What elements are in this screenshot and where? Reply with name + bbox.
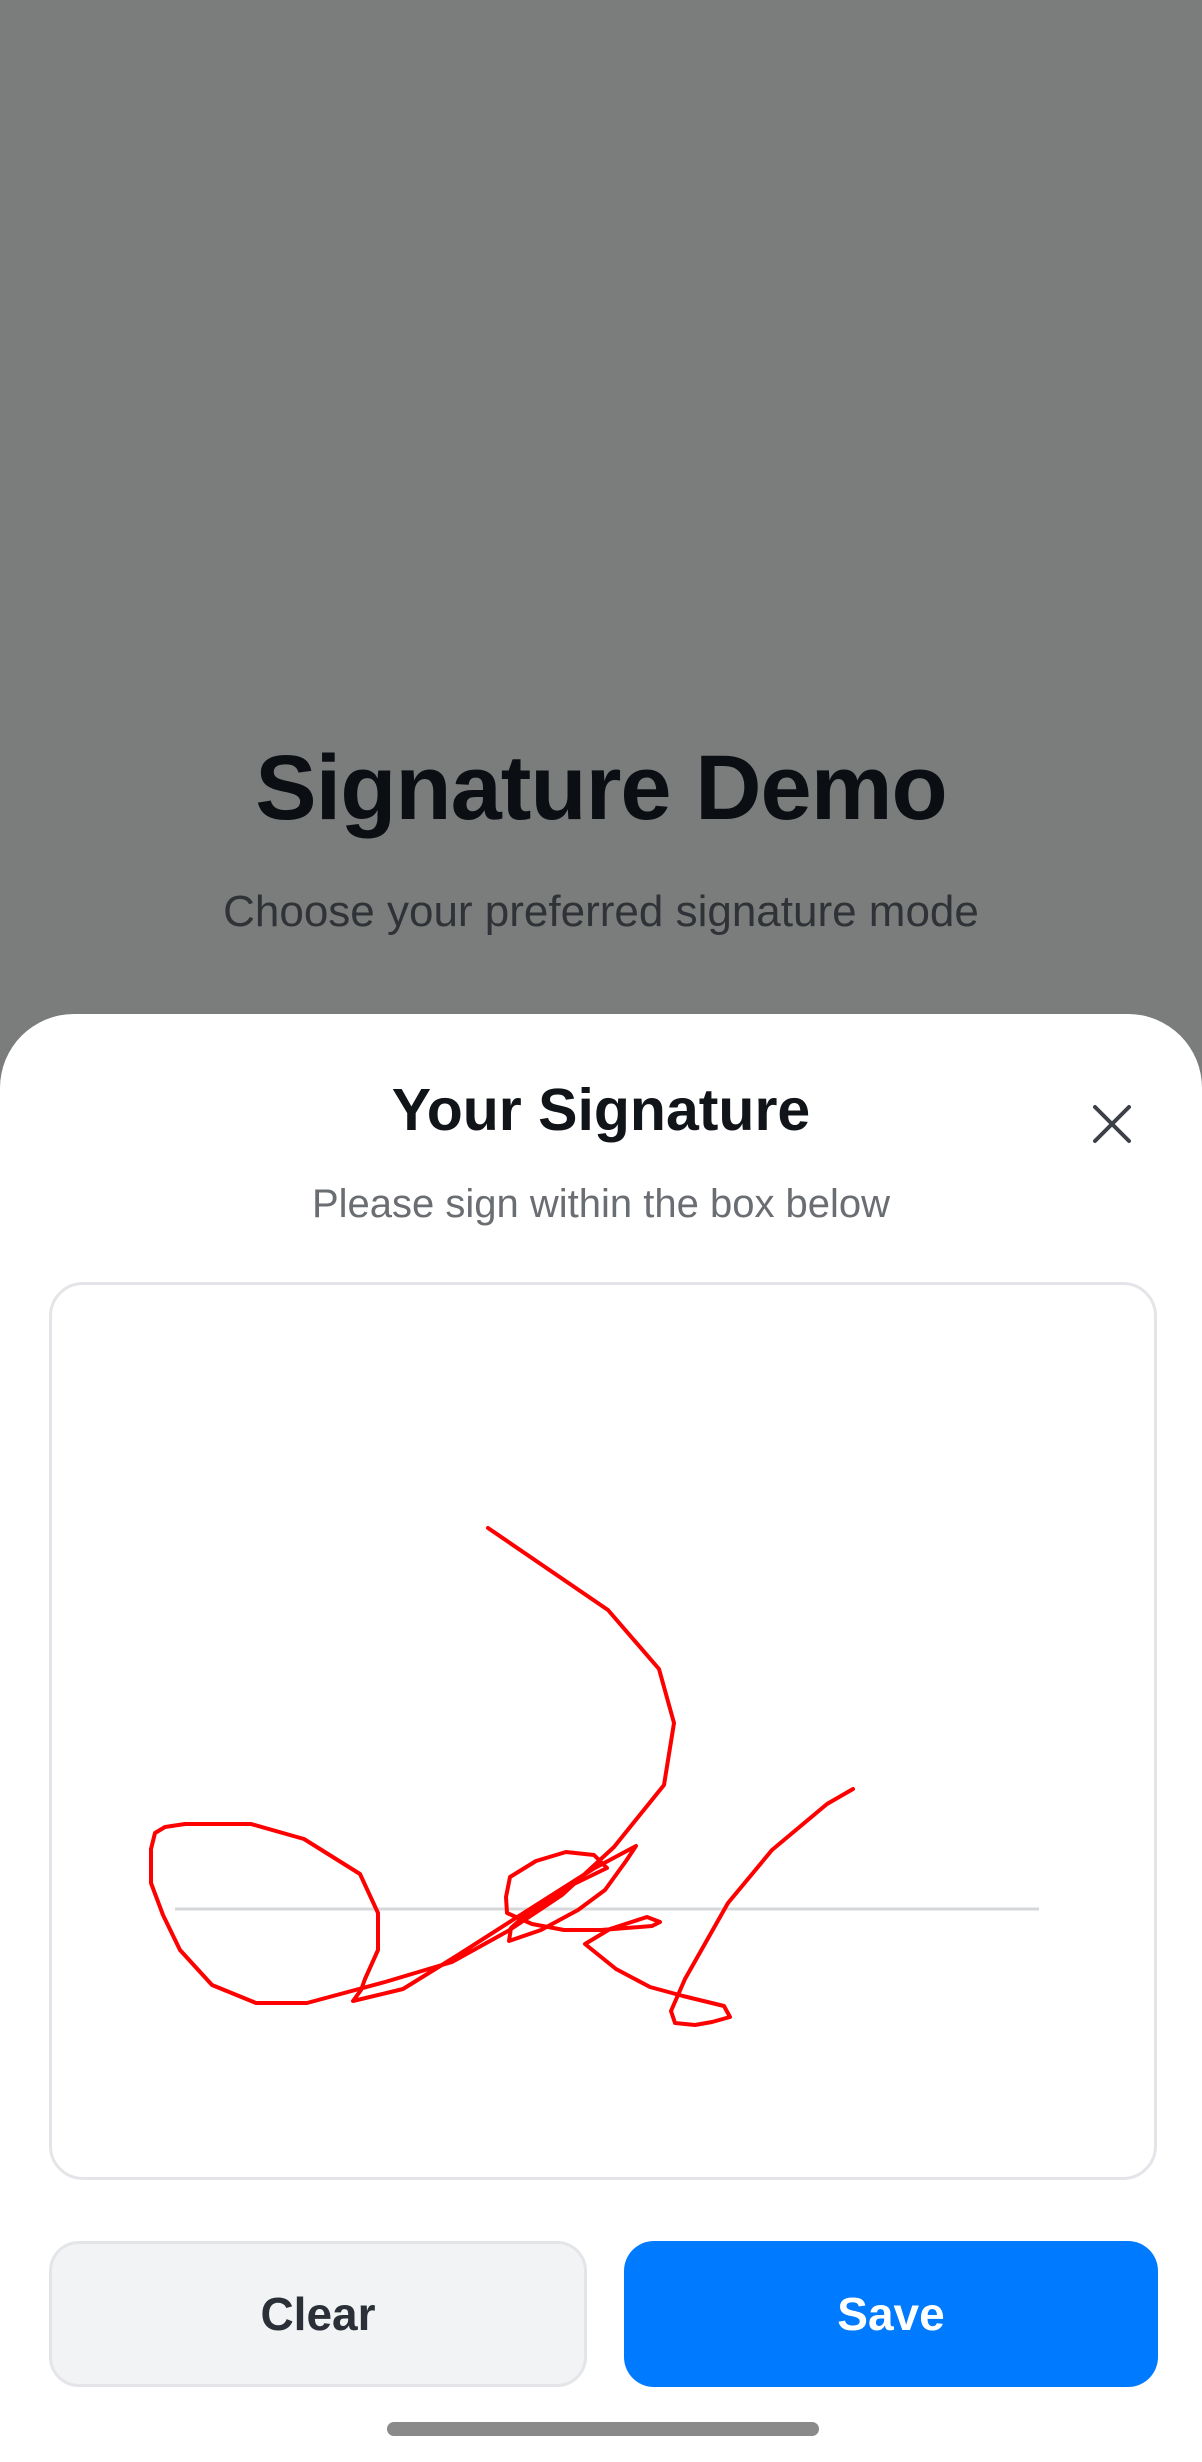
home-indicator (387, 2422, 819, 2436)
signature-stroke (149, 1526, 855, 2027)
signature-canvas (149, 1526, 1039, 2027)
sheet-title: Your Signature (391, 1077, 811, 1143)
page-title: Signature Demo (255, 737, 947, 839)
sheet-subtitle: Please sign within the box below (311, 1182, 891, 1226)
close-button[interactable] (1080, 1092, 1144, 1156)
page-subtitle: Choose your preferred signature mode (223, 887, 979, 936)
background-screen: Signature Demo Choose your preferred sig… (0, 0, 1202, 1100)
close-icon (1093, 1105, 1131, 1143)
signature-sheet: Your Signature Please sign within the bo… (0, 1014, 1202, 2462)
signature-pad[interactable] (49, 1282, 1157, 2180)
clear-button[interactable]: Clear (49, 2241, 587, 2387)
save-button[interactable]: Save (624, 2241, 1158, 2387)
